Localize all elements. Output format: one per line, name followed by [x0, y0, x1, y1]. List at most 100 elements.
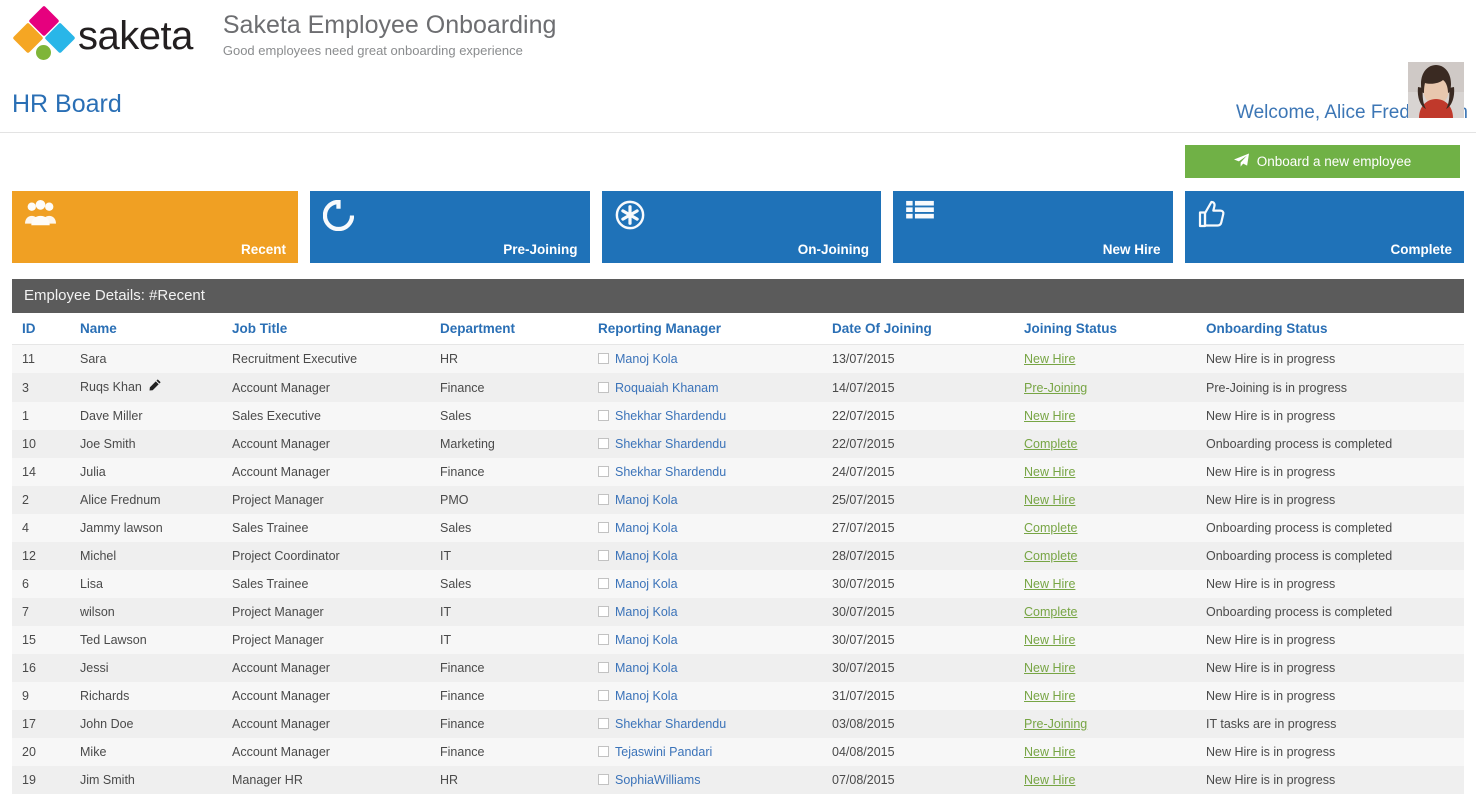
manager-link[interactable]: Shekhar Shardendu — [615, 437, 726, 451]
table-row[interactable]: 15 Ted Lawson Project Manager IT Manoj K… — [12, 626, 1464, 655]
tile-new-hire[interactable]: New Hire — [893, 191, 1173, 263]
cell-reporting-manager: Manoj Kola — [598, 682, 832, 710]
cell-job-title: Account Manager — [232, 380, 330, 395]
column-header-id[interactable]: ID — [12, 313, 80, 345]
cell-id: 6 — [22, 577, 29, 592]
edit-pencil-icon[interactable] — [149, 379, 161, 394]
column-header-name[interactable]: Name — [80, 313, 232, 345]
tile-pre-joining[interactable]: Pre-Joining — [310, 191, 590, 263]
manager-link[interactable]: Shekhar Shardendu — [615, 409, 726, 423]
manager-link[interactable]: Manoj Kola — [615, 661, 678, 675]
joining-status-link[interactable]: Pre-Joining — [1024, 717, 1087, 731]
joining-status-link[interactable]: New Hire — [1024, 661, 1075, 675]
cell-onboarding-status: Onboarding process is completed — [1206, 514, 1464, 542]
cell-job-title: Sales Trainee — [232, 521, 309, 536]
cell-id: 12 — [22, 549, 36, 564]
onboarding-status-text: New Hire is in progress — [1206, 465, 1336, 480]
cell-name: Jessi — [80, 661, 109, 676]
joining-status-link[interactable]: New Hire — [1024, 493, 1075, 507]
app-title: Saketa Employee Onboarding — [222, 11, 557, 39]
site-header: saketa Saketa Employee Onboarding Good e… — [0, 0, 1476, 76]
cell-reporting-manager: Manoj Kola — [598, 598, 832, 626]
manager-link[interactable]: Shekhar Shardendu — [615, 717, 726, 731]
joining-status-link[interactable]: New Hire — [1024, 409, 1075, 423]
table-row[interactable]: 3 Ruqs Khan Account Manager Finance Roqu… — [12, 373, 1464, 403]
cell-joining-status: New Hire — [1024, 682, 1206, 710]
tile-on-joining[interactable]: On-Joining — [601, 191, 881, 263]
cell-name: Jim Smith — [80, 773, 135, 788]
joining-status-link[interactable]: New Hire — [1024, 689, 1075, 703]
manager-link[interactable]: Tejaswini Pandari — [615, 745, 712, 759]
joining-status-link[interactable]: New Hire — [1024, 577, 1075, 591]
joining-status-link[interactable]: New Hire — [1024, 633, 1075, 647]
table-row[interactable]: 1 Dave Miller Sales Executive Sales Shek… — [12, 402, 1464, 431]
table-row[interactable]: 20 Mike Account Manager Finance Tejaswin… — [12, 738, 1464, 767]
joining-status-link[interactable]: Complete — [1024, 605, 1078, 619]
cell-department: Finance — [440, 717, 485, 732]
gear-badge-icon — [615, 200, 645, 235]
manager-link[interactable]: Manoj Kola — [615, 521, 678, 535]
joining-status-link[interactable]: New Hire — [1024, 773, 1075, 787]
table-row[interactable]: 6 Lisa Sales Trainee Sales Manoj Kola 30… — [12, 570, 1464, 599]
tile-complete[interactable]: Complete — [1184, 191, 1464, 263]
manager-link[interactable]: Manoj Kola — [615, 605, 678, 619]
column-header-onboarding-status[interactable]: Onboarding Status — [1206, 313, 1464, 345]
column-header-department[interactable]: Department — [440, 313, 598, 345]
cell-onboarding-status: New Hire is in progress — [1206, 682, 1464, 710]
joining-status-link[interactable]: Pre-Joining — [1024, 381, 1087, 395]
table-row[interactable]: 16 Jessi Account Manager Finance Manoj K… — [12, 654, 1464, 683]
table-row[interactable]: 14 Julia Account Manager Finance Shekhar… — [12, 458, 1464, 487]
column-header-reporting-manager[interactable]: Reporting Manager — [598, 313, 832, 345]
tile-label: On-Joining — [797, 242, 869, 257]
cell-onboarding-status: New Hire is in progress — [1206, 570, 1464, 598]
column-header-date-of-joining[interactable]: Date Of Joining — [832, 313, 1024, 345]
joining-status-link[interactable]: New Hire — [1024, 745, 1075, 759]
joining-status-link[interactable]: Complete — [1024, 521, 1078, 535]
table-row[interactable]: 10 Joe Smith Account Manager Marketing S… — [12, 430, 1464, 459]
cell-department: Finance — [440, 465, 485, 480]
manager-link[interactable]: Manoj Kola — [615, 689, 678, 703]
manager-link[interactable]: Manoj Kola — [615, 352, 678, 366]
joining-status-link[interactable]: New Hire — [1024, 352, 1075, 366]
cell-id: 9 — [22, 689, 29, 704]
table-row[interactable]: 17 John Doe Account Manager Finance Shek… — [12, 710, 1464, 739]
manager-link[interactable]: Manoj Kola — [615, 493, 678, 507]
cell-onboarding-status: New Hire is in progress — [1206, 654, 1464, 682]
table-row[interactable]: 4 Jammy lawson Sales Trainee Sales Manoj… — [12, 514, 1464, 543]
manager-link[interactable]: Roquaiah Khanam — [615, 381, 719, 395]
cell-joining-status: New Hire — [1024, 570, 1206, 598]
brand-logo[interactable]: saketa — [12, 0, 193, 64]
table-body: 11 Sara Recruitment Executive HR Manoj K… — [12, 344, 1464, 795]
manager-link[interactable]: Shekhar Shardendu — [615, 465, 726, 479]
table-row[interactable]: 19 Jim Smith Manager HR HR SophiaWilliam… — [12, 766, 1464, 795]
cell-job-title: Account Manager — [232, 465, 330, 480]
manager-link[interactable]: Manoj Kola — [615, 549, 678, 563]
manager-link[interactable]: Manoj Kola — [615, 577, 678, 591]
table-row[interactable]: 11 Sara Recruitment Executive HR Manoj K… — [12, 344, 1464, 373]
cell-job-title: Manager HR — [232, 773, 303, 788]
employee-table: ID Name Job Title Department Reporting M… — [12, 313, 1464, 795]
onboarding-status-text: New Hire is in progress — [1206, 745, 1336, 760]
cell-name: John Doe — [80, 717, 134, 732]
table-row[interactable]: 7 wilson Project Manager IT Manoj Kola 3… — [12, 598, 1464, 627]
avatar[interactable] — [1408, 62, 1464, 118]
cell-reporting-manager: Manoj Kola — [598, 514, 832, 542]
cell-date-of-joining: 25/07/2015 — [832, 493, 895, 508]
manager-link[interactable]: Manoj Kola — [615, 633, 678, 647]
cell-date-of-joining: 28/07/2015 — [832, 549, 895, 564]
joining-status-link[interactable]: Complete — [1024, 437, 1078, 451]
manager-link[interactable]: SophiaWilliams — [615, 773, 700, 787]
column-header-joining-status[interactable]: Joining Status — [1024, 313, 1206, 345]
tile-recent[interactable]: Recent — [12, 191, 298, 263]
table-row[interactable]: 2 Alice Frednum Project Manager PMO Mano… — [12, 486, 1464, 515]
table-row[interactable]: 12 Michel Project Coordinator IT Manoj K… — [12, 542, 1464, 571]
cell-reporting-manager: Shekhar Shardendu — [598, 430, 832, 458]
onboard-new-employee-button[interactable]: Onboard a new employee — [1185, 145, 1460, 178]
column-header-job-title[interactable]: Job Title — [232, 313, 440, 345]
joining-status-link[interactable]: Complete — [1024, 549, 1078, 563]
cell-reporting-manager: Manoj Kola — [598, 542, 832, 570]
cell-reporting-manager: Manoj Kola — [598, 486, 832, 514]
joining-status-link[interactable]: New Hire — [1024, 465, 1075, 479]
cell-joining-status: Complete — [1024, 598, 1206, 626]
table-row[interactable]: 9 Richards Account Manager Finance Manoj… — [12, 682, 1464, 711]
